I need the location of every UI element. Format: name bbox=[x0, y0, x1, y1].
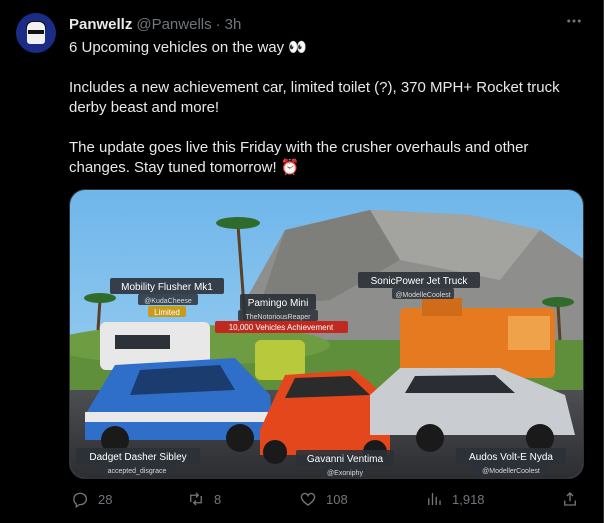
vehicles-render: Mobility Flusher Mk1 @KudaCheese Limited… bbox=[70, 190, 583, 478]
repost-count: 8 bbox=[214, 491, 222, 507]
tweet-header: Panwellz @Panwells · 3h bbox=[69, 14, 241, 34]
reply-button[interactable]: 28 bbox=[71, 490, 112, 508]
timestamp[interactable]: 3h bbox=[225, 16, 242, 33]
more-horizontal-icon bbox=[567, 19, 581, 23]
avatar[interactable] bbox=[16, 13, 56, 53]
vehicle-name-3: SonicPower Jet Truck bbox=[371, 276, 469, 287]
views-chart-icon bbox=[428, 493, 441, 505]
tweet-line-3: The update goes live this Friday with th… bbox=[69, 139, 529, 176]
heart-icon bbox=[300, 492, 316, 506]
author-handle[interactable]: @Panwells bbox=[136, 16, 211, 33]
repost-icon bbox=[190, 492, 202, 506]
view-count: 1,918 bbox=[452, 491, 485, 507]
vehicle-creator-5: @Exoniphy bbox=[327, 470, 363, 477]
vehicle-creator-6: @ModellerCoolest bbox=[482, 468, 540, 475]
reply-count: 28 bbox=[98, 491, 113, 507]
reply-icon bbox=[73, 492, 88, 508]
vehicle-name-6: Audos Volt-E Nyda bbox=[469, 452, 553, 463]
vehicle-creator-2: TheNotoriousReaper bbox=[246, 314, 312, 321]
repost-button[interactable]: 8 bbox=[187, 490, 221, 508]
tweet-actions: 28 8 108 1,918 bbox=[69, 490, 584, 512]
vehicle-creator-4: accepted_disgrace bbox=[108, 468, 167, 475]
vehicle-name-2: Pamingo Mini bbox=[248, 298, 309, 309]
tweet-media-image[interactable]: Mobility Flusher Mk1 @KudaCheese Limited… bbox=[69, 189, 584, 479]
share-button[interactable] bbox=[561, 490, 579, 508]
separator-dot: · bbox=[215, 15, 221, 33]
like-button[interactable]: 108 bbox=[299, 490, 348, 508]
share-icon bbox=[564, 492, 576, 506]
vehicle-tag-1: Limited bbox=[154, 308, 180, 317]
vehicle-tag-2: 10,000 Vehicles Achievement bbox=[229, 323, 334, 332]
like-count: 108 bbox=[326, 491, 348, 507]
vehicle-creator-3: @ModelleCoolest bbox=[395, 292, 450, 299]
tweet-line-2: Includes a new achievement car, limited … bbox=[69, 79, 560, 116]
vehicle-name-4: Dadget Dasher Sibley bbox=[89, 452, 186, 463]
views-button[interactable]: 1,918 bbox=[425, 490, 485, 508]
vehicle-name-5: Gavanni Ventima bbox=[307, 454, 384, 465]
vehicle-name-1: Mobility Flusher Mk1 bbox=[121, 282, 213, 293]
more-options-button[interactable] bbox=[562, 12, 586, 36]
tweet-card[interactable]: Panwellz @Panwells · 3h 6 Upcoming vehic… bbox=[0, 0, 604, 523]
vehicle-creator-1: @KudaCheese bbox=[144, 298, 192, 305]
tweet-text: 6 Upcoming vehicles on the way 👀 Include… bbox=[69, 38, 584, 178]
tweet-line-1: 6 Upcoming vehicles on the way 👀 bbox=[69, 39, 307, 56]
author-name[interactable]: Panwellz bbox=[69, 16, 132, 33]
